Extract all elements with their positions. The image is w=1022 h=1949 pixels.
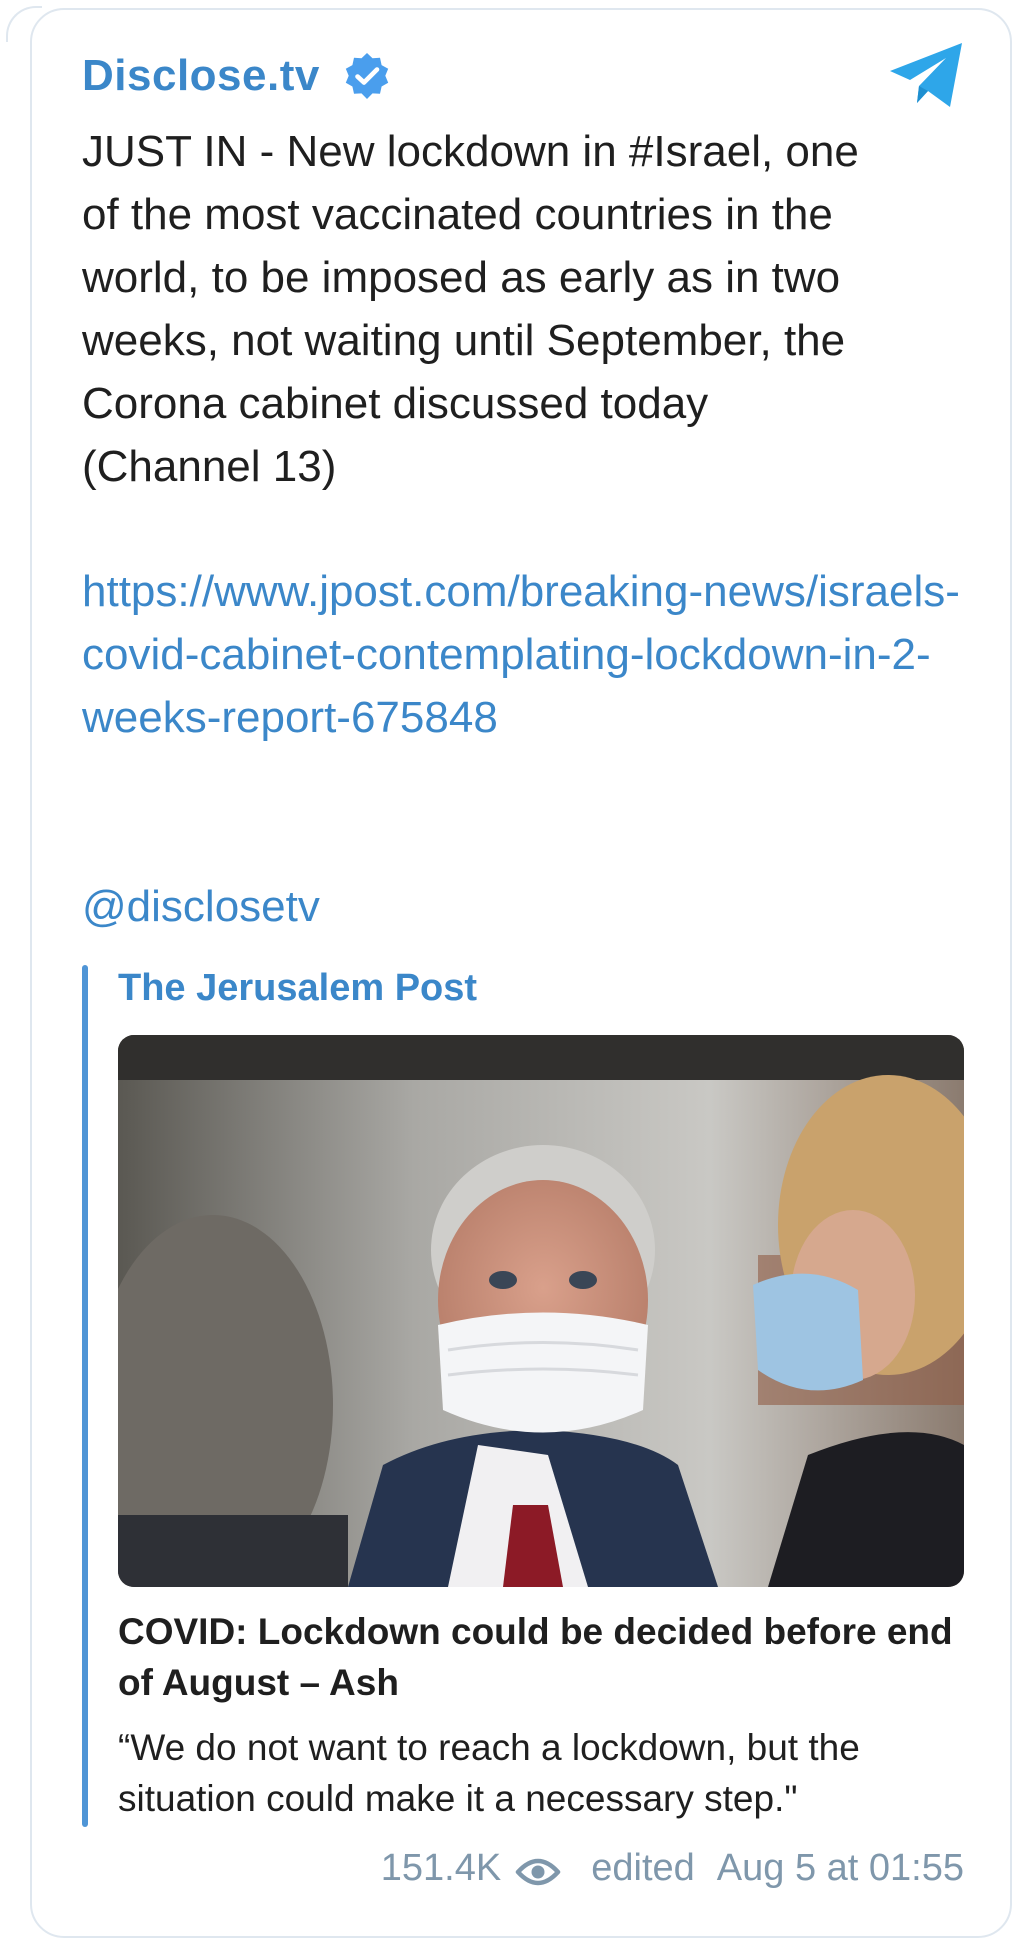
link-preview-image[interactable] [118, 1035, 964, 1587]
message-bubble-tail [6, 6, 42, 42]
verified-badge-icon [342, 51, 392, 101]
message-timestamp: Aug 5 at 01:55 [716, 1847, 964, 1889]
channel-name[interactable]: Disclose.tv [82, 50, 320, 102]
channel-mention-link[interactable]: @disclosetv [82, 875, 320, 938]
edited-label: edited [591, 1847, 695, 1889]
link-preview-accent-bar [82, 965, 88, 1827]
message-text: JUST IN - New lockdown in #Israel, one o… [82, 127, 859, 491]
view-count: 151.4K [380, 1847, 502, 1889]
message-meta: 151.4K edited Aug 5 at 01:55 [381, 1842, 964, 1894]
link-preview-title[interactable]: COVID: Lockdown could be decided before … [118, 1606, 968, 1708]
message-header: Disclose.tv [82, 50, 392, 102]
link-preview-description: “We do not want to reach a lockdown, but… [118, 1727, 860, 1819]
telegram-logo-icon[interactable] [888, 40, 966, 110]
link-preview-site-name[interactable]: The Jerusalem Post [118, 962, 477, 1014]
eye-icon [515, 1851, 561, 1886]
article-link[interactable]: https://www.jpost.com/breaking-news/isra… [82, 560, 962, 749]
